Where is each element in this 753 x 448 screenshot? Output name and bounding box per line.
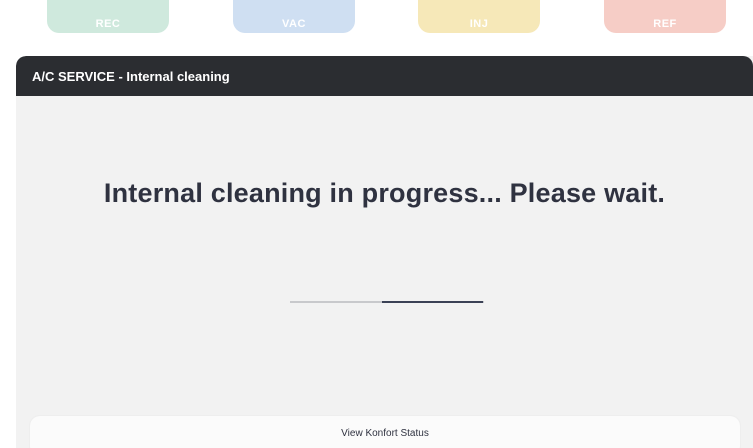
tab-vac[interactable]: VAC bbox=[233, 0, 355, 33]
view-konfort-status-button[interactable]: View Konfort Status bbox=[30, 416, 740, 448]
progress-bar-fill bbox=[382, 301, 483, 303]
progress-bar bbox=[290, 301, 484, 303]
panel-title: A/C SERVICE - Internal cleaning bbox=[16, 56, 753, 96]
service-panel: A/C SERVICE - Internal cleaning Internal… bbox=[16, 56, 753, 448]
tab-ref[interactable]: REF bbox=[604, 0, 726, 33]
status-message: Internal cleaning in progress... Please … bbox=[103, 178, 666, 208]
tab-rec[interactable]: REC bbox=[47, 0, 169, 33]
mode-tab-bar: REC VAC INJ REF bbox=[0, 0, 753, 40]
tab-inj[interactable]: INJ bbox=[418, 0, 540, 33]
